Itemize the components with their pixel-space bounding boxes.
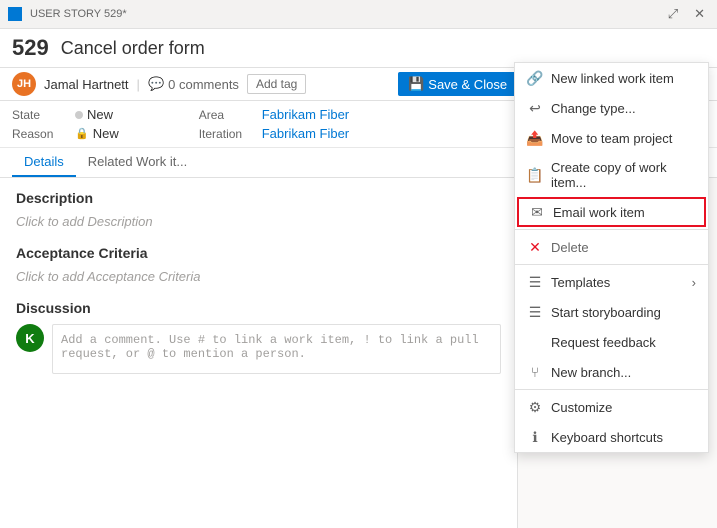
menu-item-storyboard[interactable]: ☰ Start storyboarding [515, 297, 708, 327]
menu-separator-3 [515, 389, 708, 390]
area-label: Area [199, 108, 254, 122]
close-button[interactable]: ✕ [690, 4, 709, 24]
discussion-title: Discussion [16, 300, 501, 316]
work-item-type-icon [8, 7, 22, 21]
add-tag-button[interactable]: Add tag [247, 74, 306, 94]
menu-item-templates[interactable]: ☰ Templates › [515, 267, 708, 297]
branch-icon: ⑂ [527, 364, 543, 380]
work-item-id: 529 [12, 35, 49, 61]
acceptance-placeholder[interactable]: Click to add Acceptance Criteria [16, 269, 501, 284]
menu-item-keyboard-shortcuts[interactable]: ℹ Keyboard shortcuts [515, 422, 708, 452]
tab-details[interactable]: Details [12, 148, 76, 177]
state-value[interactable]: New [75, 107, 113, 122]
tab-related-work[interactable]: Related Work it... [76, 148, 199, 177]
discussion-input[interactable]: Add a comment. Use # to link a work item… [52, 324, 501, 374]
work-item-title[interactable]: Cancel order form [61, 38, 205, 59]
lock-icon: 🔒 [75, 127, 89, 140]
copy-icon: 📋 [527, 167, 543, 183]
change-type-icon: ↩ [527, 100, 543, 116]
save-icon: 💾 [408, 76, 424, 92]
menu-separator-2 [515, 264, 708, 265]
reason-label: Reason [12, 127, 67, 141]
menu-item-request-feedback[interactable]: Request feedback [515, 327, 708, 357]
storyboard-icon: ☰ [527, 304, 543, 320]
keyboard-icon: ℹ [527, 429, 543, 445]
templates-icon: ☰ [527, 274, 543, 290]
iteration-value[interactable]: Fabrikam Fiber [262, 126, 349, 141]
menu-item-move-team[interactable]: 📤 Move to team project [515, 123, 708, 153]
templates-arrow: › [692, 275, 696, 290]
comments-button[interactable]: 💬 0 comments [148, 76, 239, 92]
comment-icon: 💬 [148, 76, 164, 92]
left-panel: Description Click to add Description Acc… [0, 178, 517, 528]
description-placeholder[interactable]: Click to add Description [16, 214, 501, 229]
username-label: Jamal Hartnett [44, 77, 129, 92]
delete-icon: ✕ [527, 239, 543, 255]
menu-item-email[interactable]: ✉ Email work item [517, 197, 706, 227]
request-feedback-icon [527, 334, 543, 350]
move-icon: 📤 [527, 130, 543, 146]
reason-value[interactable]: 🔒 New [75, 126, 119, 141]
iteration-label: Iteration [199, 127, 254, 141]
title-bar: USER STORY 529* ⤢ ✕ [0, 0, 717, 29]
discussion-row: K Add a comment. Use # to link a work it… [16, 324, 501, 374]
title-bar-label: USER STORY 529* [30, 8, 127, 20]
save-close-button[interactable]: 💾 Save & Close [398, 72, 517, 96]
menu-item-delete[interactable]: ✕ Delete [515, 232, 708, 262]
menu-item-change-type[interactable]: ↩ Change type... [515, 93, 708, 123]
avatar: JH [12, 72, 36, 96]
email-icon: ✉ [529, 204, 545, 220]
menu-item-create-copy[interactable]: 📋 Create copy of work item... [515, 153, 708, 197]
area-value[interactable]: Fabrikam Fiber [262, 107, 349, 122]
link-icon: 🔗 [527, 70, 543, 86]
discussion-avatar: K [16, 324, 44, 352]
menu-separator-1 [515, 229, 708, 230]
menu-item-customize[interactable]: ⚙ Customize [515, 392, 708, 422]
menu-item-new-linked[interactable]: 🔗 New linked work item [515, 63, 708, 93]
collapse-button[interactable]: ⤢ [664, 4, 682, 24]
menu-item-new-branch[interactable]: ⑂ New branch... [515, 357, 708, 387]
context-menu: 🔗 New linked work item ↩ Change type... … [514, 62, 709, 453]
description-title: Description [16, 190, 501, 206]
customize-icon: ⚙ [527, 399, 543, 415]
acceptance-title: Acceptance Criteria [16, 245, 501, 261]
state-label: State [12, 108, 67, 122]
comments-count: 0 comments [168, 77, 239, 92]
state-dot [75, 111, 83, 119]
